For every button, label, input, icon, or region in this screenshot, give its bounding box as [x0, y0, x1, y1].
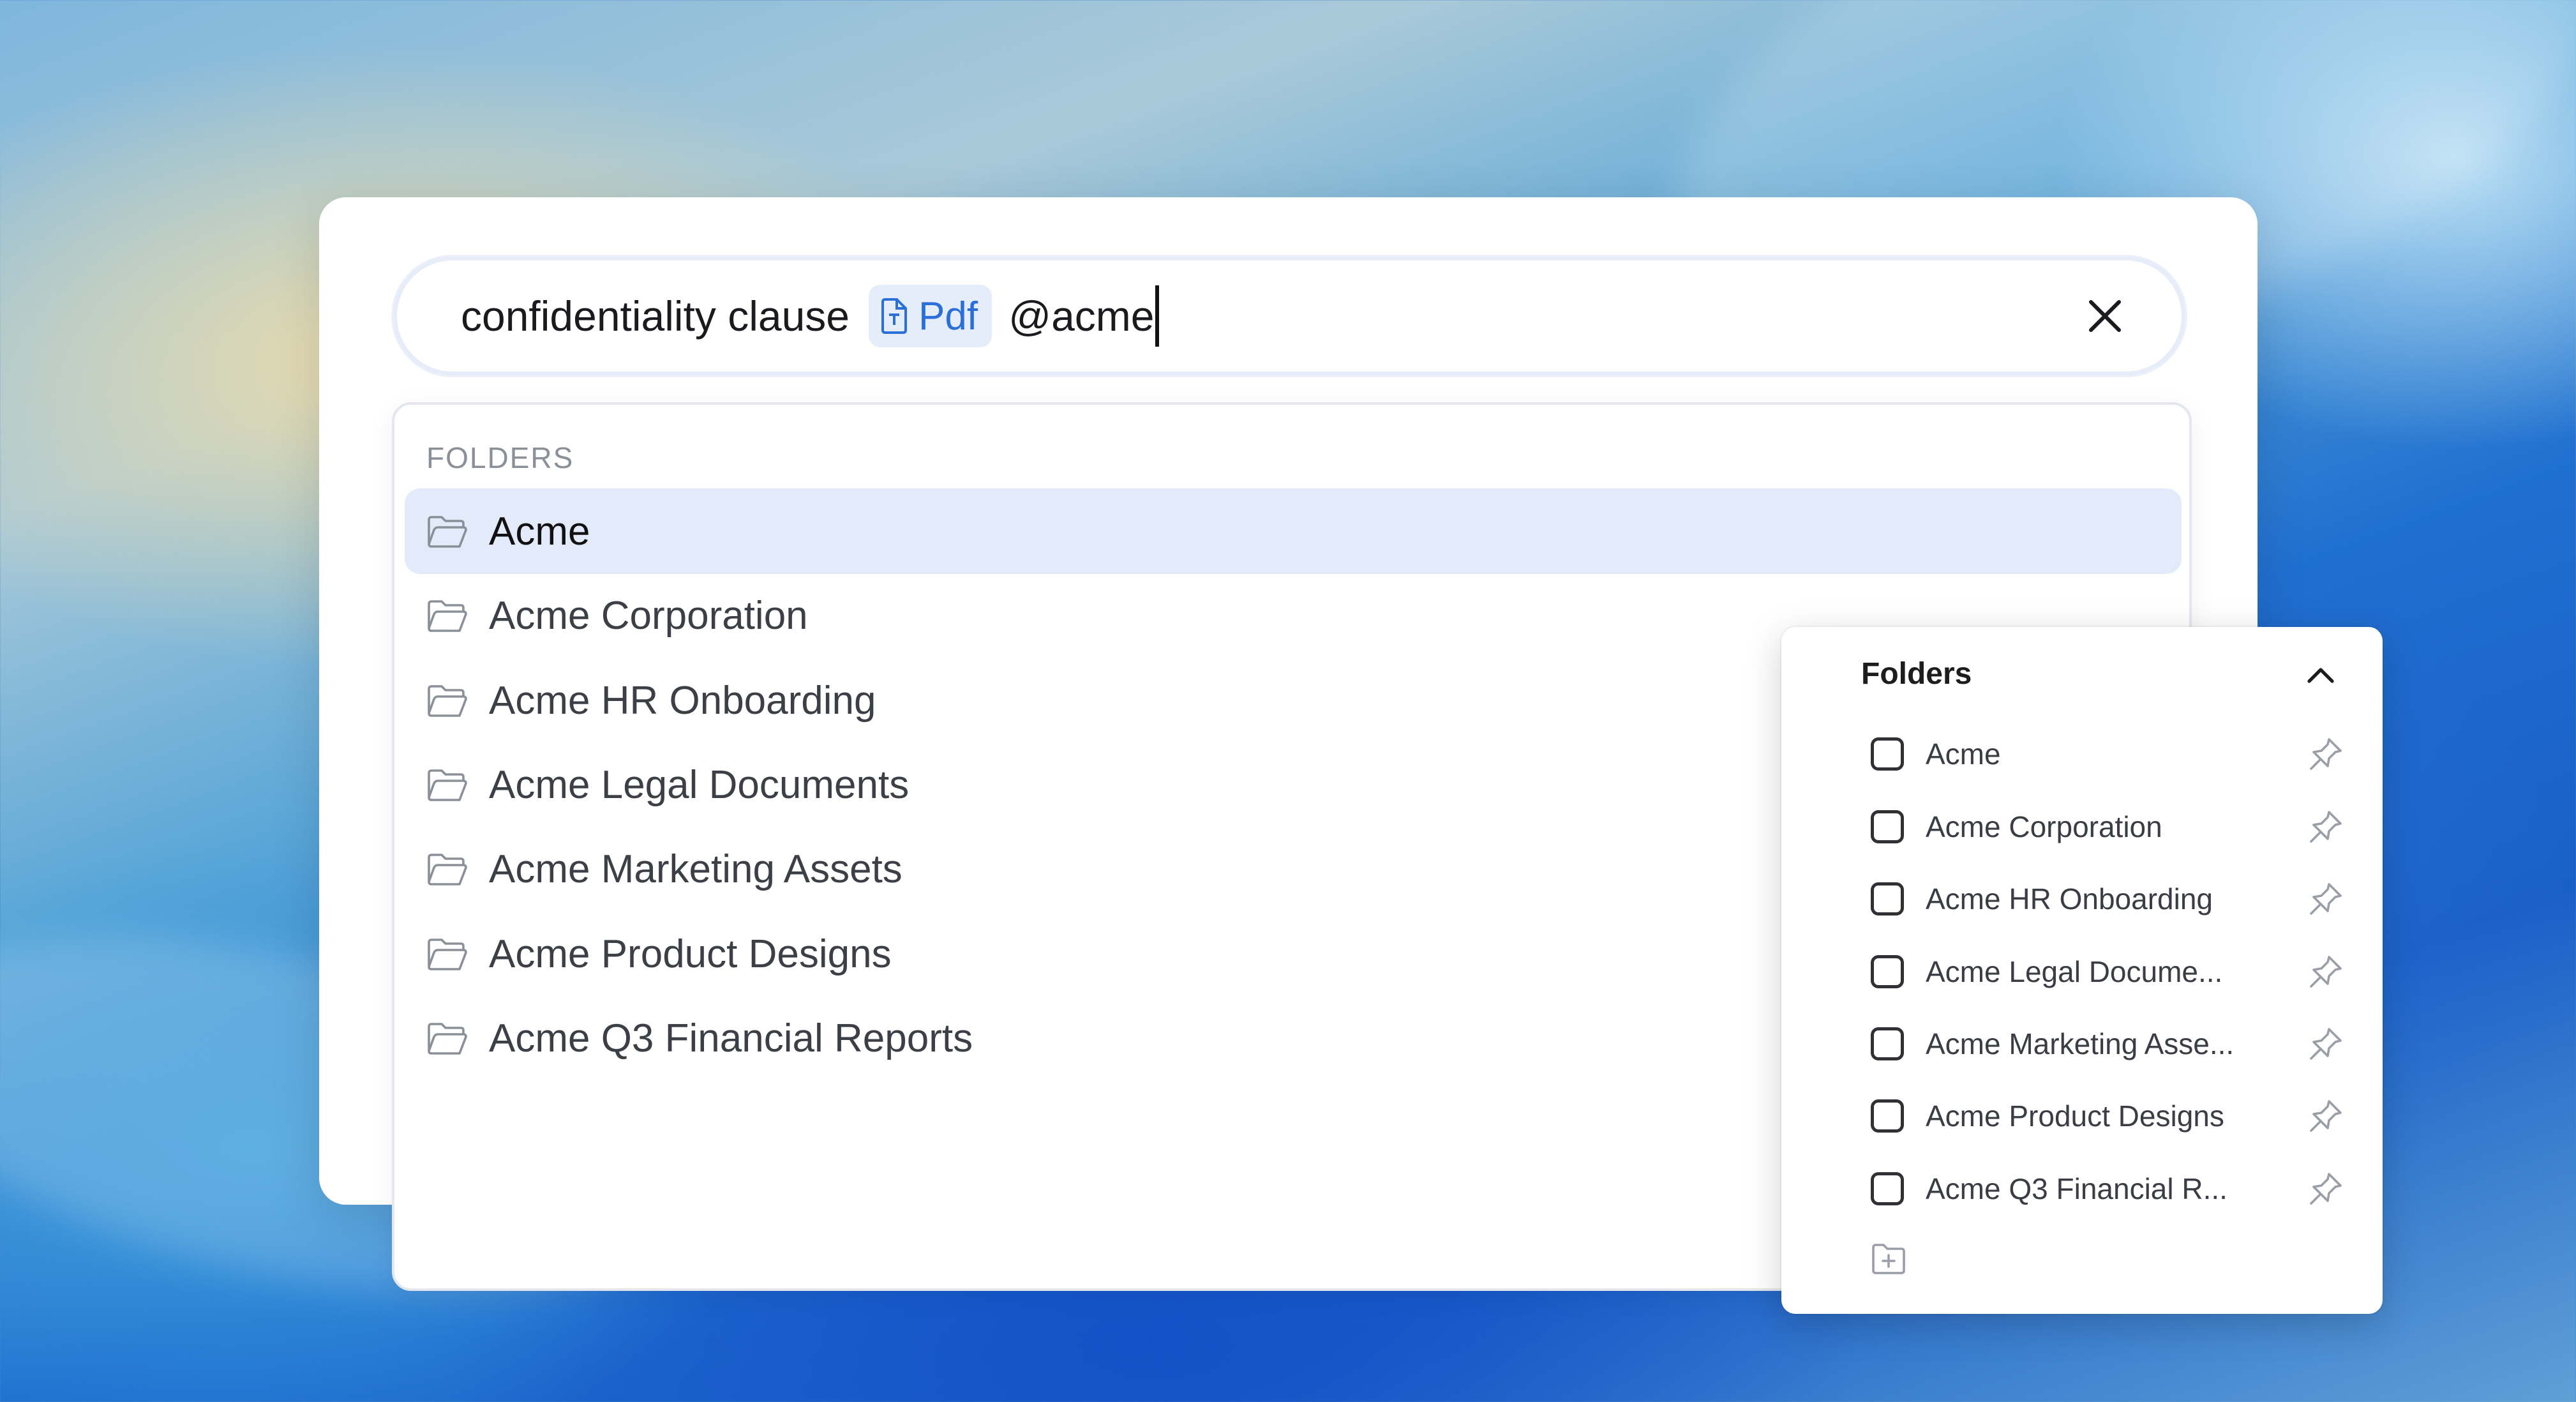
- folder-result-label: Acme Product Designs: [489, 931, 892, 976]
- new-folder-icon[interactable]: [1871, 1242, 1906, 1276]
- folder-icon: [428, 769, 467, 801]
- folder-result-label: Acme Corporation: [489, 593, 808, 638]
- pdf-filter-chip[interactable]: Pdf: [869, 285, 992, 347]
- folder-result-row[interactable]: Acme: [405, 488, 2182, 574]
- folders-filter-panel: Folders Acme Acme Corporation Acme HR On…: [1781, 627, 2383, 1314]
- mention-text[interactable]: @acme: [1008, 292, 1154, 340]
- clear-search-button[interactable]: [2079, 290, 2130, 342]
- close-icon: [2089, 300, 2121, 332]
- pdf-chip-label: Pdf: [918, 294, 978, 338]
- folder-result-label: Acme Legal Documents: [489, 762, 910, 807]
- folder-icon: [428, 854, 467, 886]
- pin-icon[interactable]: [2309, 1027, 2343, 1061]
- search-query-text[interactable]: confidentiality clause: [461, 292, 850, 340]
- folder-icon: [428, 685, 467, 717]
- folder-option-label: Acme Marketing Asse...: [1926, 1027, 2235, 1060]
- folder-option-label: Acme Corporation: [1926, 810, 2162, 843]
- pdf-file-icon: [881, 298, 908, 334]
- folder-option[interactable]: Acme Marketing Asse...: [1871, 1015, 2343, 1073]
- folder-option[interactable]: Acme Legal Docume...: [1871, 943, 2343, 1000]
- section-label-folders: FOLDERS: [426, 441, 574, 474]
- folder-checkbox[interactable]: [1871, 810, 1904, 843]
- folder-option[interactable]: Acme HR Onboarding: [1871, 870, 2343, 928]
- folder-icon: [428, 938, 467, 970]
- folder-result-label: Acme Marketing Assets: [489, 847, 902, 891]
- folder-checkbox[interactable]: [1871, 1099, 1904, 1133]
- folder-option-label: Acme: [1926, 737, 2001, 771]
- pin-icon[interactable]: [2309, 1172, 2343, 1206]
- collapse-panel-button[interactable]: [2298, 652, 2343, 697]
- text-caret: [1155, 285, 1160, 347]
- folder-icon: [428, 1023, 467, 1055]
- folder-option-label: Acme Product Designs: [1926, 1099, 2224, 1133]
- folder-result-label: Acme HR Onboarding: [489, 678, 876, 723]
- chevron-up-icon: [2307, 668, 2334, 683]
- search-bar[interactable]: confidentiality clause Pdf @acme: [393, 257, 2185, 375]
- folder-option[interactable]: Acme Product Designs: [1871, 1087, 2343, 1145]
- pin-icon[interactable]: [2309, 810, 2343, 844]
- panel-title: Folders: [1861, 657, 1972, 691]
- folder-option-label: Acme Q3 Financial R...: [1926, 1172, 2228, 1205]
- folder-result-label: Acme: [489, 509, 590, 554]
- folder-option[interactable]: Acme Corporation: [1871, 798, 2343, 856]
- folder-option-label: Acme Legal Docume...: [1926, 955, 2223, 988]
- pin-icon[interactable]: [2309, 1099, 2343, 1133]
- pin-icon[interactable]: [2309, 954, 2343, 989]
- folder-option[interactable]: Acme: [1871, 725, 2343, 783]
- pin-icon[interactable]: [2309, 882, 2343, 916]
- folder-checkbox[interactable]: [1871, 882, 1904, 916]
- folder-result-label: Acme Q3 Financial Reports: [489, 1016, 973, 1060]
- folder-icon: [428, 600, 467, 632]
- folder-checkbox[interactable]: [1871, 1172, 1904, 1205]
- folder-icon: [428, 516, 467, 548]
- folder-option[interactable]: Acme Q3 Financial R...: [1871, 1160, 2343, 1217]
- folder-checkbox[interactable]: [1871, 955, 1904, 988]
- folder-option-label: Acme HR Onboarding: [1926, 882, 2213, 916]
- pin-icon[interactable]: [2309, 737, 2343, 771]
- folder-checkbox[interactable]: [1871, 737, 1904, 771]
- folder-checkbox[interactable]: [1871, 1027, 1904, 1060]
